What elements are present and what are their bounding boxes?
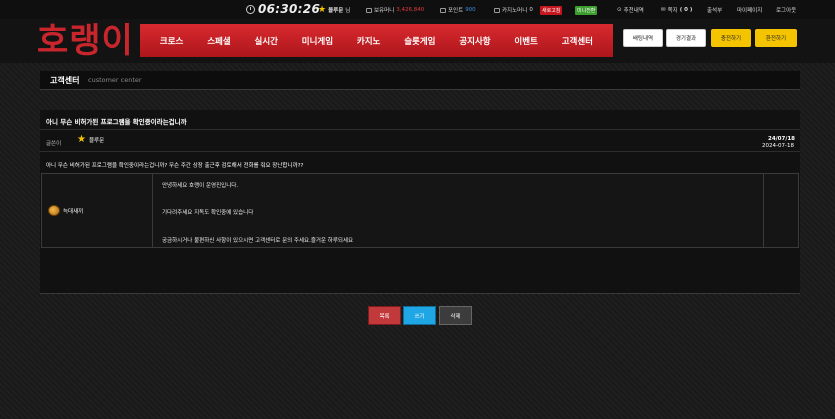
post-title-row: 아니 무슨 비허가된 프로그램을 확인중이라는겁니까 [40,110,800,130]
post-board: 아니 무슨 비허가된 프로그램을 확인중이라는겁니까 글쓴이 ★ 블루문 24/… [40,110,800,294]
reply-author-name: 늑대새끼 [63,208,84,215]
write-button[interactable]: 쓰기 [403,306,436,325]
note-link[interactable]: ✉ 쪽지 ( 0 ) [661,6,692,14]
level-badge-icon [48,205,60,216]
user-suffix: 님 [345,8,351,14]
withdraw-button[interactable]: 환전하기 [755,29,797,47]
delete-button[interactable]: 삭제 [439,306,472,325]
point-icon [440,7,446,13]
mini-convert-button[interactable]: 미니전환 [575,6,598,15]
charge-button[interactable]: 충전하기 [711,29,751,47]
user-info: ★ 블루문 님 [318,5,351,15]
reply-line-1: 안녕하세요 호랭이 운영진입니다. [162,183,239,189]
nav-special[interactable]: 스페셜 [207,35,230,47]
clock-icon [246,4,255,14]
star-icon: ★ [318,5,327,15]
casino-label: 카지노머니 [502,8,528,14]
star-icon: ★ [77,134,86,145]
note-count: ( 0 ) [679,7,693,13]
reply-date: 2024-07-18 [762,143,794,149]
reply-author-cell: 늑대새끼 [42,174,153,247]
nav-live[interactable]: 실시간 [255,35,278,47]
nav-event[interactable]: 이벤트 [514,35,537,47]
mail-icon: ✉ [661,7,666,13]
nav-slot[interactable]: 슬롯게임 [404,35,435,47]
reply-line-2: 기다려주세요 지독도 확인중에 있습니다 [162,210,254,216]
refresh-button[interactable]: 새로고침 [540,6,563,15]
money-label: 보유머니 [374,8,395,14]
reply-author: 늑대새끼 [48,205,83,216]
note-label: 쪽지 [667,8,678,14]
point-info: 포인트 900 [440,6,476,14]
post-author: ★ 블루문 [77,134,105,145]
reply-box: 늑대새끼 안녕하세요 호랭이 운영진입니다. 기다려주세요 지독도 확인중에 있… [41,173,799,248]
list-button[interactable]: 목록 [368,306,401,325]
recommend-label: 추천내역 [623,8,644,14]
mypage-link[interactable]: 마이페이지 [737,6,762,14]
attendance-link[interactable]: 출석부 [707,6,722,14]
game-result-button[interactable]: 경기결과 [666,29,706,47]
point-value: 900 [465,7,476,13]
author-label: 글쓴이 [46,141,62,147]
post-author-name: 블루문 [88,138,105,144]
mini-convert-area: 미니전환 [575,6,598,15]
reply-date-cell [763,174,798,247]
section-title-en: customer center [88,76,142,84]
casino-value: 0 [529,7,533,13]
post-date: 24/07/18 [768,136,795,142]
reply-body: 안녕하세요 호랭이 운영진입니다. 기다려주세요 지독도 확인중에 있습니다 궁… [162,174,762,247]
point-label: 포인트 [448,8,464,14]
nav-customer-center[interactable]: 고객센터 [562,35,593,47]
main-nav: 크로스 스페셜 실시간 미니게임 카지노 슬롯게임 공지사항 이벤트 고객센터 [140,24,613,57]
nav-minigame[interactable]: 미니게임 [302,35,333,47]
betting-history-button[interactable]: 배팅내역 [623,29,663,47]
clock: 06:30:26 [246,2,320,16]
section-title: 고객센터 customer center [40,71,800,90]
money-value: 3,426,840 [396,7,425,13]
recommend-link[interactable]: ⊙ 추천내역 [617,6,644,14]
clock-time: 06:30:26 [258,2,321,16]
casino-icon [494,7,500,13]
board-divider [40,293,800,294]
post-content: 아니 무슨 비허가된 프로그램을 확인중이라는겁니까? 무슨 주간 상장 출근후… [46,163,304,169]
reply-line-3: 궁금하시거나 불편하신 사항이 있으시면 고객센터로 문의 주세요.즐거운 하루… [162,238,354,244]
refresh-area: 새로고침 [540,6,563,15]
recommend-icon: ⊙ [617,7,622,13]
section-title-ko: 고객센터 [50,76,80,85]
post-meta-row: 글쓴이 ★ 블루문 24/07/18 [40,131,800,152]
user-name: 블루문 [328,8,344,14]
post-content-row: 아니 무슨 비허가된 프로그램을 확인중이라는겁니까? 무슨 주간 상장 출근후… [40,153,800,173]
nav-casino[interactable]: 카지노 [357,35,380,47]
logo[interactable]: 호랭이 [37,19,134,63]
logout-link[interactable]: 로그아웃 [776,6,796,14]
nav-cross[interactable]: 크로스 [160,35,183,47]
top-bar: 06:30:26 ★ 블루문 님 보유머니 3,426,840 포인트 900 … [0,0,835,19]
post-title: 아니 무슨 비허가된 프로그램을 확인중이라는겁니까 [46,118,187,126]
money-info: 보유머니 3,426,840 [366,6,424,14]
wallet-icon [366,7,372,13]
casino-info: 카지노머니 0 [494,6,533,14]
header: 호랭이 크로스 스페셜 실시간 미니게임 카지노 슬롯게임 공지사항 이벤트 고… [0,19,835,63]
nav-notice[interactable]: 공지사항 [459,35,490,47]
